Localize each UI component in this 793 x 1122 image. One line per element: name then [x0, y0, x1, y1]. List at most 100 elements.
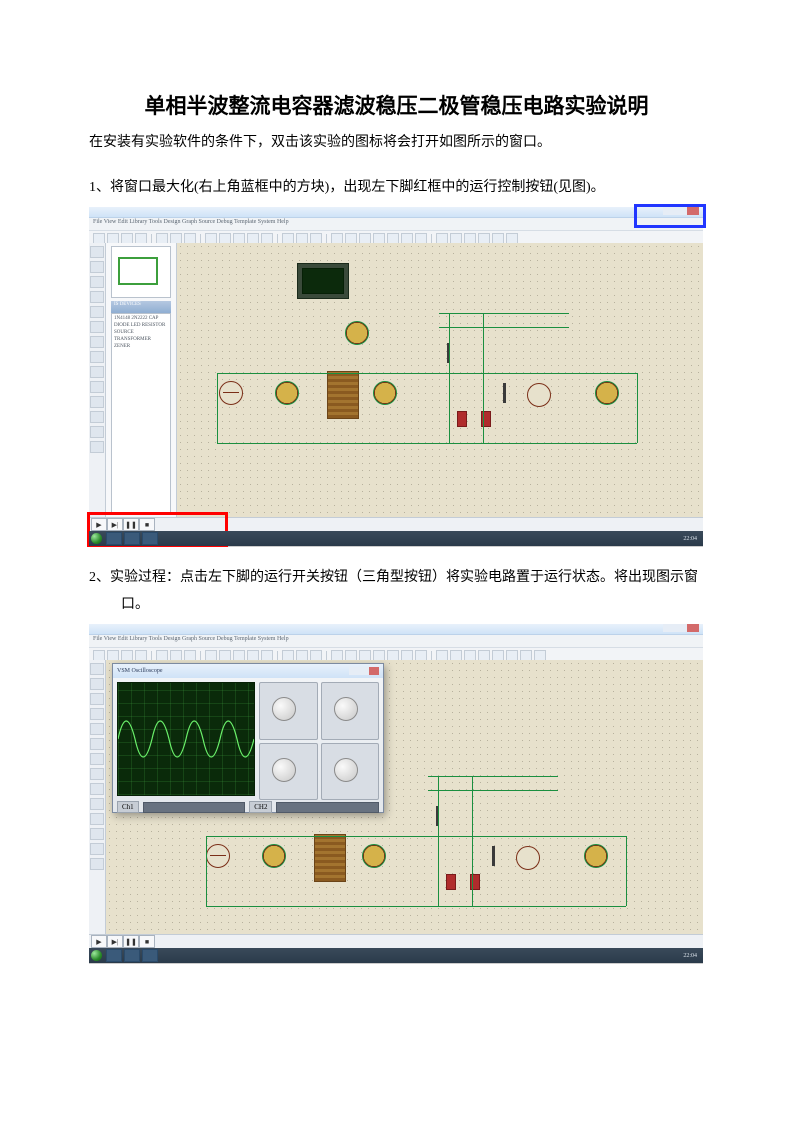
tool-item[interactable] [90, 321, 104, 333]
led-indicator[interactable] [516, 846, 540, 870]
ch2-label[interactable]: CH2 [249, 801, 272, 813]
voltmeter-component[interactable] [275, 381, 299, 405]
voltmeter-component[interactable] [584, 844, 608, 868]
tool-item[interactable] [90, 261, 104, 273]
tool-item[interactable] [90, 843, 104, 855]
taskbar-item[interactable] [142, 949, 158, 962]
led-indicator[interactable] [527, 383, 551, 407]
simulation-controls[interactable]: ▶ ▶| ❚❚ ■ [91, 518, 155, 531]
voltmeter-component[interactable] [373, 381, 397, 405]
taskbar-item[interactable] [124, 949, 140, 962]
schematic-canvas[interactable] [177, 243, 703, 518]
step-button[interactable]: ▶| [107, 935, 123, 948]
voltmeter-component[interactable] [362, 844, 386, 868]
osc-control-block[interactable] [321, 743, 380, 801]
tool-item[interactable] [90, 858, 104, 870]
tool-sidebar[interactable] [89, 243, 106, 518]
device-list[interactable]: 1N4148 2N2222 CAP DIODE LED RESISTOR SOU… [111, 313, 171, 513]
tool-item[interactable] [90, 291, 104, 303]
ch1-label[interactable]: Ch1 [117, 801, 139, 813]
tool-item[interactable] [90, 783, 104, 795]
window-controls[interactable] [663, 207, 699, 215]
menu-bar[interactable]: File View Edit Library Tools Design Grap… [89, 218, 703, 231]
tool-item[interactable] [90, 663, 104, 675]
minimize-button[interactable] [663, 207, 675, 215]
ac-source-component[interactable] [219, 381, 243, 405]
menu-bar[interactable]: File View Edit Library Tools Design Grap… [89, 635, 703, 648]
oscilloscope-titlebar[interactable]: VSM Oscilloscope [113, 664, 383, 678]
transformer-component[interactable] [327, 371, 359, 419]
schematic-canvas[interactable]: VSM Oscilloscope [106, 660, 703, 935]
tool-item[interactable] [90, 798, 104, 810]
start-orb-icon[interactable] [91, 950, 102, 961]
taskbar-item[interactable] [106, 532, 122, 545]
ch2-slot[interactable] [276, 802, 379, 813]
tool-item[interactable] [90, 828, 104, 840]
tool-sidebar[interactable] [89, 660, 106, 935]
tool-item[interactable] [90, 768, 104, 780]
play-button[interactable]: ▶ [91, 518, 107, 531]
taskbar[interactable]: 22:04 [89, 948, 703, 963]
tool-item[interactable] [90, 441, 104, 453]
close-button[interactable] [687, 624, 699, 632]
minimize-button[interactable] [663, 624, 675, 632]
tool-item[interactable] [90, 366, 104, 378]
tool-item[interactable] [90, 351, 104, 363]
oscilloscope-component[interactable] [297, 263, 349, 299]
taskbar-item[interactable] [124, 532, 140, 545]
ammeter-component[interactable] [345, 321, 369, 345]
timebase-knob[interactable] [272, 697, 296, 721]
tool-item[interactable] [90, 396, 104, 408]
step-button[interactable]: ▶| [107, 518, 123, 531]
tool-item[interactable] [90, 336, 104, 348]
tool-item[interactable] [90, 276, 104, 288]
taskbar-item[interactable] [142, 532, 158, 545]
osc-control-block[interactable] [259, 682, 318, 740]
voltmeter-component[interactable] [595, 381, 619, 405]
position-knob[interactable] [272, 758, 296, 782]
osc-control-block[interactable] [321, 682, 380, 740]
capacitor-component[interactable] [446, 874, 456, 890]
stop-button[interactable]: ■ [139, 935, 155, 948]
tool-item[interactable] [90, 411, 104, 423]
tool-item[interactable] [90, 426, 104, 438]
minimize-button[interactable] [349, 667, 359, 675]
voltmeter-component[interactable] [262, 844, 286, 868]
stop-button[interactable]: ■ [139, 518, 155, 531]
tool-item[interactable] [90, 753, 104, 765]
close-button[interactable] [687, 207, 699, 215]
simulation-controls[interactable]: ▶ ▶| ❚❚ ■ [91, 935, 155, 948]
tool-item[interactable] [90, 723, 104, 735]
play-button[interactable]: ▶ [91, 935, 107, 948]
maximize-button[interactable] [675, 624, 687, 632]
maximize-button[interactable] [359, 667, 369, 675]
overview-preview[interactable] [111, 246, 171, 298]
oscilloscope-panel[interactable]: VSM Oscilloscope [112, 663, 384, 813]
tool-item[interactable] [90, 381, 104, 393]
amplitude-knob[interactable] [334, 697, 358, 721]
transformer-component[interactable] [314, 834, 346, 882]
tool-item[interactable] [90, 738, 104, 750]
ch1-slot[interactable] [143, 802, 246, 813]
osc-control-block[interactable] [259, 743, 318, 801]
led-component[interactable] [492, 846, 495, 866]
pause-button[interactable]: ❚❚ [123, 935, 139, 948]
oscilloscope-controls[interactable] [259, 678, 383, 800]
close-button[interactable] [369, 667, 379, 675]
tool-item[interactable] [90, 306, 104, 318]
trigger-knob[interactable] [334, 758, 358, 782]
tool-item[interactable] [90, 708, 104, 720]
capacitor-component[interactable] [457, 411, 467, 427]
ac-source-component[interactable] [206, 844, 230, 868]
tool-item[interactable] [90, 813, 104, 825]
maximize-button[interactable] [675, 207, 687, 215]
pause-button[interactable]: ❚❚ [123, 518, 139, 531]
window-controls[interactable] [663, 624, 699, 632]
oscilloscope-footer[interactable]: Ch1 CH2 [113, 800, 383, 814]
taskbar[interactable]: 22:04 [89, 531, 703, 546]
tool-item[interactable] [90, 678, 104, 690]
led-component[interactable] [503, 383, 506, 403]
tool-item[interactable] [90, 693, 104, 705]
taskbar-item[interactable] [106, 949, 122, 962]
tool-item[interactable] [90, 246, 104, 258]
